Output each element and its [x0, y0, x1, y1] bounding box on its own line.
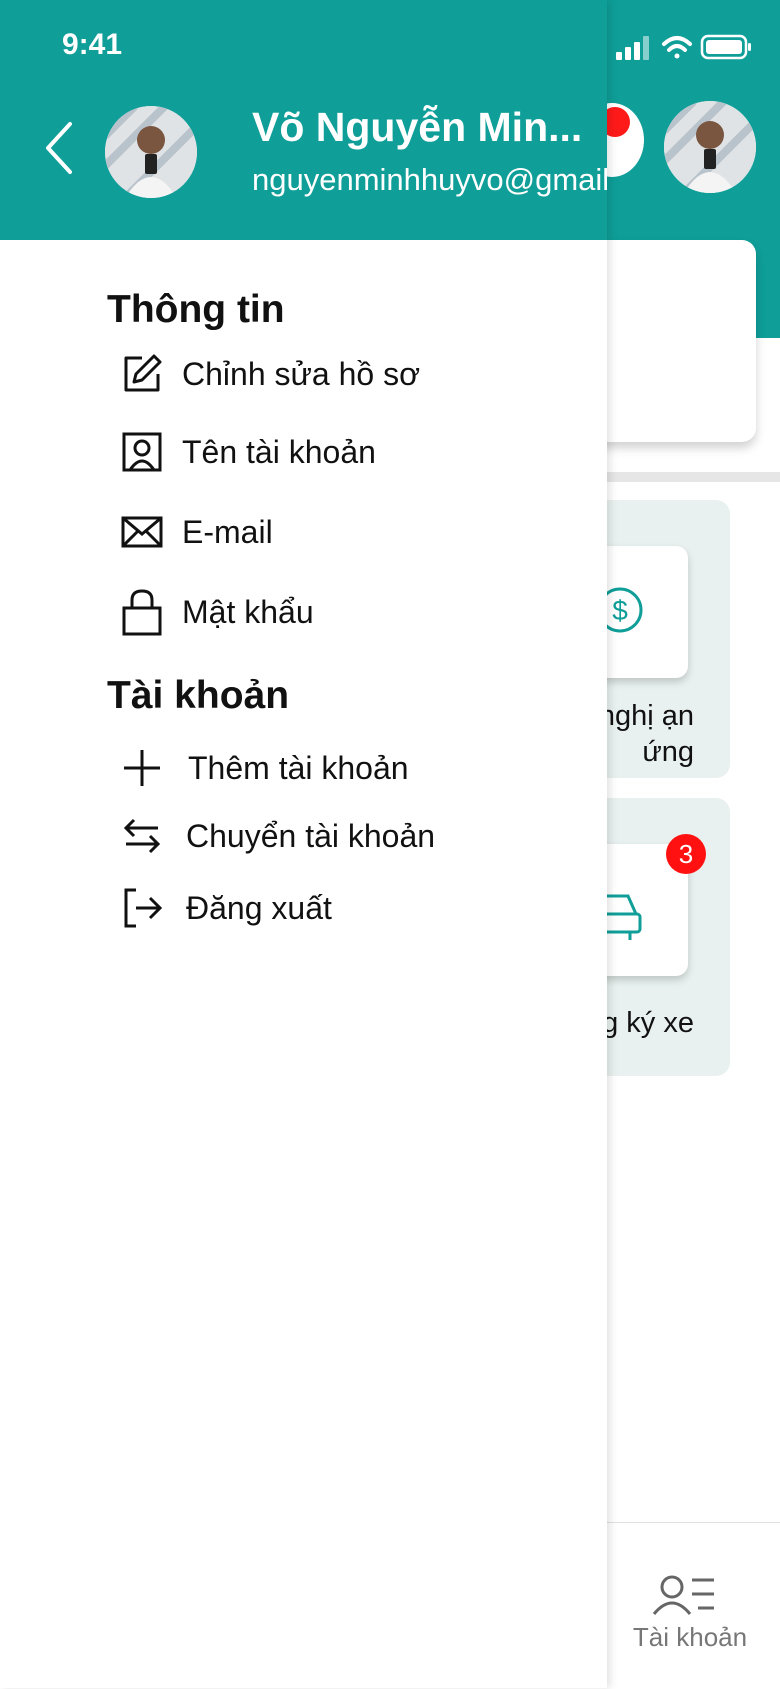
switch-icon	[118, 812, 166, 860]
person-photo-icon	[664, 101, 756, 193]
logout-icon	[118, 884, 166, 932]
svg-text:$: $	[612, 595, 628, 626]
plus-icon	[118, 744, 166, 792]
user-square-icon	[118, 428, 166, 476]
menu-item-password[interactable]: Mật khẩu	[118, 584, 588, 640]
menu-item-email[interactable]: E-mail	[118, 504, 588, 560]
menu-item-label: Chuyển tài khoản	[186, 817, 436, 854]
account-tab-label[interactable]: Tài khoản	[610, 1622, 770, 1653]
edit-icon	[118, 350, 166, 398]
section-title-account: Tài khoản	[107, 674, 290, 717]
menu-item-logout[interactable]: Đăng xuất	[118, 880, 588, 936]
menu-item-username[interactable]: Tên tài khoản	[118, 424, 588, 480]
menu-item-label: Thêm tài khoản	[188, 749, 409, 786]
background-avatar[interactable]	[664, 101, 756, 193]
menu-item-switch-account[interactable]: Chuyển tài khoản	[118, 808, 588, 864]
user-email: nguyenminhhuyvo@gmail	[252, 162, 607, 197]
avatar[interactable]	[105, 106, 197, 198]
menu-item-edit-profile[interactable]: Chỉnh sửa hồ sơ	[118, 346, 588, 402]
mail-icon	[118, 508, 166, 556]
account-drawer: 9:41 Võ Nguyễn Min... nguyenminhhuyvo@gm…	[0, 0, 607, 1688]
menu-item-label: Chỉnh sửa hồ sơ	[182, 355, 421, 392]
chevron-left-icon	[46, 122, 72, 174]
wifi-icon	[662, 36, 692, 59]
menu-item-label: E-mail	[182, 513, 273, 550]
drawer-header: 9:41 Võ Nguyễn Min... nguyenminhhuyvo@gm…	[0, 0, 607, 240]
menu-item-label: Tên tài khoản	[182, 433, 376, 470]
lock-icon	[118, 588, 166, 636]
status-bar-icons	[616, 32, 752, 67]
battery-icon	[700, 34, 751, 60]
account-tab-icon[interactable]	[652, 1574, 716, 1621]
status-time: 9:41	[62, 28, 123, 61]
signal-icon	[616, 36, 649, 60]
menu-item-add-account[interactable]: Thêm tài khoản	[118, 740, 588, 796]
vehicle-registration-badge: 3	[666, 834, 706, 874]
person-photo-icon	[105, 106, 197, 198]
user-name: Võ Nguyễn Min...	[252, 104, 583, 150]
back-button[interactable]	[38, 116, 82, 180]
menu-item-label: Mật khẩu	[182, 593, 314, 630]
menu-item-label: Đăng xuất	[186, 889, 332, 926]
section-title-info: Thông tin	[107, 288, 285, 331]
